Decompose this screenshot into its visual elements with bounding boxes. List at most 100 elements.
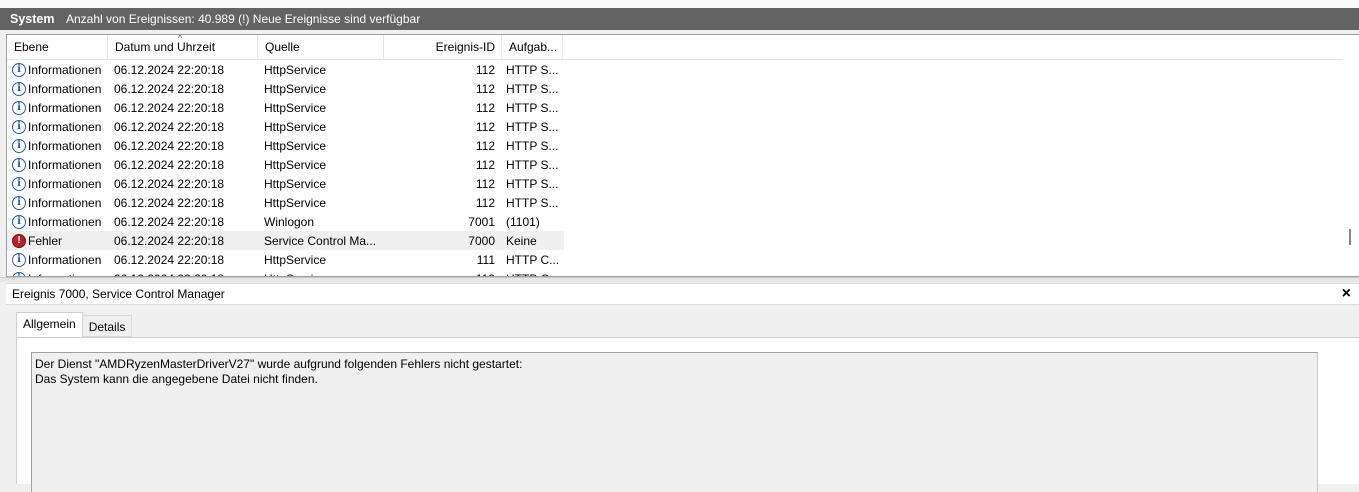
window-top-edge <box>0 0 1359 8</box>
cell-source: HttpService <box>264 176 327 191</box>
cell-date: 06.12.2024 22:20:18 <box>114 62 225 77</box>
detail-tabs: Allgemein Details <box>16 312 133 337</box>
cell-source: Winlogon <box>264 214 315 229</box>
column-header-row: Ebene ^ Datum und Uhrzeit Quelle Ereignis… <box>7 35 1347 60</box>
information-icon: i <box>12 81 26 96</box>
table-row[interactable]: ! Fehler 06.12.2024 22:20:18 Service Contro… <box>7 231 564 250</box>
cell-date: 06.12.2024 22:20:18 <box>114 233 225 248</box>
information-icon: i <box>12 195 26 210</box>
cell-event-id: 112 <box>475 62 495 77</box>
cell-level: ! Fehler <box>7 233 108 248</box>
cell-task: HTTP S... <box>506 176 559 191</box>
cell-date: 06.12.2024 22:20:18 <box>114 176 225 191</box>
vertical-scrollbar[interactable] <box>1343 35 1359 276</box>
information-icon: i <box>12 214 26 229</box>
cell-date: 06.12.2024 22:20:18 <box>114 157 225 172</box>
event-list[interactable]: Ebene ^ Datum und Uhrzeit Quelle Ereignis… <box>6 34 1359 277</box>
cell-event-id: 7001 <box>468 214 495 229</box>
cell-task: HTTP C... <box>506 252 560 267</box>
table-row[interactable]: i Informationen 06.12.2024 22:20:18 Winlogo… <box>7 212 564 231</box>
cell-source: HttpService <box>264 195 327 210</box>
log-name: System <box>10 12 55 26</box>
scrollbar-thumb[interactable] <box>1349 229 1351 245</box>
pane-splitter[interactable] <box>0 277 1359 282</box>
cell-level: iInformationen <box>7 176 108 191</box>
cell-event-id: 112 <box>475 100 495 115</box>
information-icon: i <box>12 138 26 153</box>
information-icon: i <box>12 176 26 191</box>
cell-source: HttpService <box>264 100 327 115</box>
cell-source: HttpService <box>264 119 327 134</box>
column-header-event-id[interactable]: Ereignis-ID <box>384 35 502 59</box>
information-icon: i <box>12 119 26 134</box>
table-row[interactable]: iInformationen 06.12.2024 22:20:18 HttpSer… <box>7 155 564 174</box>
cell-date: 06.12.2024 22:20:18 <box>114 195 225 210</box>
event-count-status: Anzahl von Ereignissen: 40.989 (!) Neue … <box>66 12 421 26</box>
cell-task: Keine <box>506 233 537 248</box>
cell-level: iInformationen <box>7 119 108 134</box>
cell-event-id: 111 <box>476 252 495 267</box>
cell-level: iInformationen <box>7 252 108 267</box>
cell-date: 06.12.2024 22:20:18 <box>114 252 225 267</box>
table-row[interactable]: iInformationen06.12.2024 22:20:18HttpSer… <box>7 269 564 276</box>
table-row[interactable]: iInformationen 06.12.2024 22:20:18 HttpSer… <box>7 60 564 79</box>
information-icon: i <box>12 100 26 115</box>
cell-task: (1101) <box>506 214 540 229</box>
cell-source: HttpService <box>264 62 327 77</box>
cell-level: iInformationen <box>7 157 108 172</box>
cell-event-id: 112 <box>475 119 495 134</box>
cell-level: iInformationen <box>7 138 108 153</box>
cell-event-id: 112 <box>475 195 495 210</box>
information-icon: i <box>12 252 26 267</box>
cell-level: iInformationen <box>7 195 108 210</box>
cell-task: HTTP S... <box>506 62 559 77</box>
cell-level: iInformationen <box>7 100 108 115</box>
cell-source: Service Control Ma... <box>264 233 377 248</box>
cell-event-id: 112 <box>475 157 495 172</box>
cell-date: 06.12.2024 22:20:18 <box>114 138 225 153</box>
tab-allgemein[interactable]: Allgemein <box>16 312 83 337</box>
cell-date: 06.12.2024 22:20:18 <box>114 100 225 115</box>
cell-source: HttpService <box>264 252 327 267</box>
cell-task: HTTP S... <box>506 100 559 115</box>
information-icon: i <box>12 157 26 172</box>
cell-event-id: 7000 <box>468 233 495 248</box>
cell-task: HTTP S... <box>506 138 559 153</box>
table-row[interactable]: iInformationen 06.12.2024 22:20:18 HttpSer… <box>7 117 564 136</box>
cell-level: iInformationen <box>7 81 108 96</box>
cell-event-id: 112 <box>475 138 495 153</box>
cell-task: HTTP S... <box>506 195 559 210</box>
table-row[interactable]: iInformationen 06.12.2024 22:20:18 HttpSer… <box>7 174 564 193</box>
table-row[interactable]: iInformationen 06.12.2024 22:20:18 HttpSer… <box>7 193 564 212</box>
cell-task: HTTP S... <box>506 81 559 96</box>
cell-source: HttpService <box>264 157 327 172</box>
table-row[interactable]: iInformationen 06.12.2024 22:20:18 HttpSer… <box>7 136 564 155</box>
general-tab-panel: Der Dienst "AMDRyzenMasterDriverV27" wur… <box>16 337 1359 492</box>
cell-event-id: 112 <box>475 176 495 191</box>
cell-source: HttpService <box>264 138 327 153</box>
event-rows: i Informationen 06.12.2024 22:20:18 HttpSer… <box>7 60 564 276</box>
detail-title: Ereignis 7000, Service Control Manager <box>12 287 225 301</box>
cell-date: 06.12.2024 22:20:18 <box>114 214 225 229</box>
cell-level: iInformationen <box>7 214 108 229</box>
information-icon: i <box>12 62 26 77</box>
close-icon[interactable]: × <box>1342 285 1351 303</box>
description-line: Das System kann die angegebene Datei nic… <box>35 372 318 386</box>
column-header-date[interactable]: ^ Datum und Uhrzeit <box>108 35 258 59</box>
log-titlebar: System Anzahl von Ereignissen: 40.989 (!… <box>0 8 1359 30</box>
table-row[interactable]: iInformationen06.12.2024 22:20:18HttpSer… <box>7 79 564 98</box>
error-icon: ! <box>12 233 26 248</box>
column-header-level[interactable]: Ebene <box>7 35 108 59</box>
tab-details[interactable]: Details <box>82 315 133 337</box>
cell-level: iInformationen <box>7 62 108 77</box>
table-row[interactable]: iInformationen 06.12.2024 22:20:18 HttpSer… <box>7 98 564 117</box>
event-description[interactable]: Der Dienst "AMDRyzenMasterDriverV27" wur… <box>31 352 1318 492</box>
table-row[interactable]: iInformationen 06.12.2024 22:20:18 HttpSer… <box>7 250 564 269</box>
column-header-source[interactable]: Quelle <box>258 35 384 59</box>
cell-source: HttpService <box>264 81 327 96</box>
column-header-task[interactable]: Aufgab... <box>502 35 563 59</box>
cell-date: 06.12.2024 22:20:18 <box>114 119 225 134</box>
sort-ascending-icon: ^ <box>178 35 183 43</box>
description-line: Der Dienst "AMDRyzenMasterDriverV27" wur… <box>35 357 523 371</box>
cell-task: HTTP S... <box>506 119 559 134</box>
